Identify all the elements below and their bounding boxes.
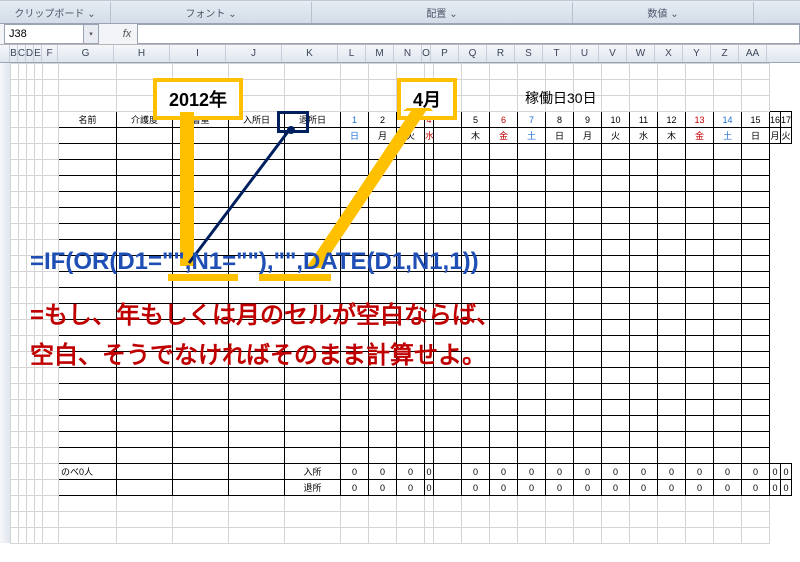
- ribbon-group-labels: クリップボード ⌄ フォント ⌄ 配置 ⌄ 数値 ⌄: [0, 0, 800, 24]
- dialog-launcher-icon[interactable]: ⌄: [228, 9, 236, 20]
- ribbon-group-clipboard: クリップボード ⌄: [0, 2, 111, 23]
- connector-line: [187, 125, 297, 265]
- annotation-formula: =IF(OR(D1="",N1=""),"",DATE(D1,N1,1)): [30, 248, 479, 276]
- callout-year: 2012年: [153, 78, 243, 120]
- annotation-jp-line1: =もし、年もしくは月のセルが空白ならば、: [30, 295, 500, 330]
- ribbon-group-font: フォント ⌄: [111, 2, 312, 23]
- dialog-launcher-icon[interactable]: ⌄: [87, 9, 95, 20]
- column-headers[interactable]: B C D E F G H I J K L M N O P Q R S T U …: [0, 45, 800, 63]
- ribbon-group-number: 数値 ⌄: [573, 2, 754, 23]
- underline-n1: [259, 274, 331, 281]
- underline-d1: [168, 274, 238, 281]
- formula-bar-row: J38 ▾ fx: [0, 24, 800, 45]
- name-box[interactable]: J38: [4, 24, 84, 44]
- ribbon-group-alignment: 配置 ⌄: [312, 2, 573, 23]
- dialog-launcher-icon[interactable]: ⌄: [670, 9, 678, 20]
- formula-bar-input[interactable]: [137, 24, 800, 44]
- workdays-label: 稼働日30日: [525, 88, 597, 108]
- name-box-dropdown[interactable]: ▾: [84, 24, 99, 44]
- annotation-jp-line2: 空白、そうでなければそのまま計算せよ。: [30, 335, 486, 370]
- dialog-launcher-icon[interactable]: ⌄: [449, 9, 457, 20]
- highlight-arrow-month: [293, 108, 453, 268]
- insert-function-button[interactable]: fx: [117, 28, 137, 40]
- worksheet-area[interactable]: 名前介護度層重入所日退所日1234567891011121314151617日月…: [0, 63, 800, 543]
- connector-endpoint-icon: [287, 126, 295, 134]
